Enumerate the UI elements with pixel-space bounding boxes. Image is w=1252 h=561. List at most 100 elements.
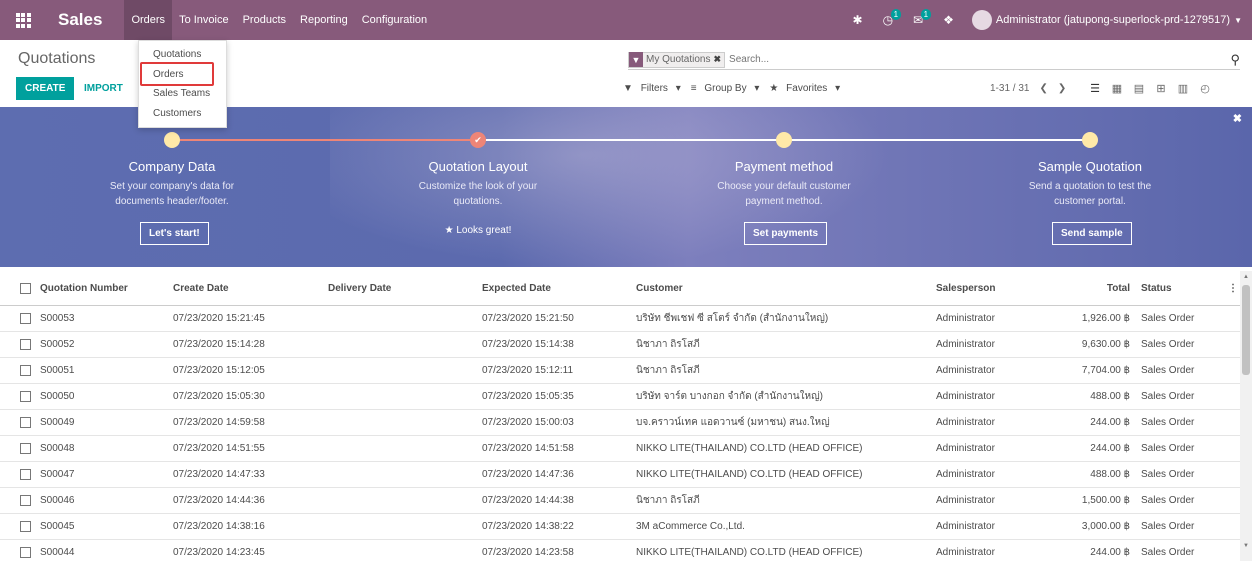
table-row[interactable]: S00047 07/23/2020 14:47:33 07/23/2020 14:4… [0,462,1240,488]
cell-salesperson: Administrator [936,521,995,532]
pager-value[interactable]: 1-31 / 31 [990,83,1029,94]
chat-icon[interactable]: ✉ 1 [903,0,933,40]
cell-create-date: 07/23/2020 15:05:30 [173,391,265,402]
header-delivery-date[interactable]: Delivery Date [328,271,391,305]
cell-expected-date: 07/23/2020 15:00:03 [482,417,574,428]
row-checkbox[interactable] [20,547,31,558]
gift-icon[interactable]: ❖ [933,0,964,40]
table-row[interactable]: S00044 07/23/2020 14:23:45 07/23/2020 14:2… [0,540,1240,561]
highlight-box [140,62,214,86]
table-row[interactable]: S00048 07/23/2020 14:51:55 07/23/2020 14:5… [0,436,1240,462]
step-sample-quotation: Sample Quotation Send a quotation to tes… [990,159,1190,209]
onboarding-banner: ✖ ✔ Company Data Set your company's data… [0,107,1252,267]
select-all-checkbox[interactable] [20,282,31,294]
cell-expected-date: 07/23/2020 14:23:58 [482,547,574,558]
column-options-icon[interactable]: ⋮ [1228,271,1238,305]
bug-icon[interactable]: ✱ [843,0,873,40]
header-total[interactable]: Total [1040,271,1130,305]
header-customer[interactable]: Customer [636,271,683,305]
row-checkbox[interactable] [20,443,31,454]
table-row[interactable]: S00052 07/23/2020 15:14:28 07/23/2020 15:1… [0,332,1240,358]
row-checkbox[interactable] [20,417,31,428]
cell-quotation-number: S00048 [40,443,75,454]
cell-expected-date: 07/23/2020 15:05:35 [482,391,574,402]
row-checkbox[interactable] [20,391,31,402]
search-input[interactable] [729,54,1231,65]
cell-salesperson: Administrator [936,339,995,350]
step-title: Sample Quotation [1037,159,1143,174]
search-bar: ▼ My Quotations ✖ ⚲ [628,50,1240,70]
pager-previous-icon[interactable]: ❮ [1039,83,1047,94]
menu-products[interactable]: Products [236,0,293,40]
apps-menu-icon[interactable] [0,0,46,40]
menu-orders[interactable]: Orders [124,0,173,40]
row-checkbox[interactable] [20,495,31,506]
groupby-dropdown[interactable]: ≡ Group By ▾ [691,83,760,94]
cell-create-date: 07/23/2020 15:14:28 [173,339,265,350]
cell-customer: บริษัท ชีพเชฟ ซี สโตร์ จำกัด (สำนักงานให… [636,313,829,324]
cell-status: Sales Order [1141,339,1195,350]
step-company-data: Company Data Set your company's data for… [72,159,272,209]
lets-start-button[interactable]: Let's start! [140,222,209,245]
app-title[interactable]: Sales [46,10,124,30]
row-checkbox[interactable] [20,313,31,324]
row-checkbox[interactable] [20,521,31,532]
menu-configuration[interactable]: Configuration [355,0,434,40]
breadcrumb: Quotations [18,50,96,67]
row-checkbox[interactable] [20,339,31,350]
close-icon[interactable]: ✖ [1233,112,1242,125]
favorites-dropdown[interactable]: ★ Favorites ▾ [769,83,840,94]
table-row[interactable]: S00046 07/23/2020 14:44:36 07/23/2020 14:4… [0,488,1240,514]
table-header: Quotation Number Create Date Delivery Da… [0,271,1240,306]
menu-reporting[interactable]: Reporting [293,0,355,40]
table-row[interactable]: S00050 07/23/2020 15:05:30 07/23/2020 15:0… [0,384,1240,410]
menu-to-invoice[interactable]: To Invoice [172,0,236,40]
cell-create-date: 07/23/2020 14:38:16 [173,521,265,532]
filters-dropdown[interactable]: ▼ Filters ▾ [623,83,681,94]
avatar[interactable] [971,10,992,30]
scroll-up-icon[interactable]: ▲ [1243,274,1249,280]
cell-expected-date: 07/23/2020 14:47:36 [482,469,574,480]
dropdown-item-customers[interactable]: Customers [139,104,226,124]
scrollbar[interactable]: ▲ ▼ [1240,271,1252,561]
cell-status: Sales Order [1141,313,1195,324]
table-row[interactable]: S00051 07/23/2020 15:12:05 07/23/2020 15:1… [0,358,1240,384]
activity-clock-icon[interactable]: ◷ 1 [873,0,903,40]
header-quotation-number[interactable]: Quotation Number [40,271,128,305]
search-facet[interactable]: ▼ My Quotations ✖ [628,51,726,68]
header-expected-date[interactable]: Expected Date [482,271,551,305]
user-menu[interactable]: Administrator (jatupong-superlock-prd-12… [996,14,1234,26]
graph-view-icon[interactable]: ▥ [1175,80,1191,96]
remove-facet-icon[interactable]: ✖ [713,54,724,65]
scroll-down-icon[interactable]: ▼ [1243,543,1249,549]
kanban-view-icon[interactable]: ▦ [1109,80,1125,96]
header-status[interactable]: Status [1141,271,1172,305]
row-checkbox[interactable] [20,365,31,376]
search-icon[interactable]: ⚲ [1230,52,1240,68]
set-payments-button[interactable]: Set payments [744,222,828,245]
create-button[interactable]: CREATE [16,77,75,100]
list-view-icon[interactable]: ☰ [1087,80,1103,96]
dropdown-item-sales-teams[interactable]: Sales Teams [139,84,226,104]
step-check-icon: ✔ [470,132,486,148]
caret-down-icon[interactable]: ▼ [1234,16,1252,25]
scroll-thumb[interactable] [1242,285,1250,375]
table-row[interactable]: S00053 07/23/2020 15:21:45 07/23/2020 15:2… [0,306,1240,332]
cell-quotation-number: S00053 [40,313,75,324]
header-salesperson[interactable]: Salesperson [936,271,995,305]
cell-customer: NIKKO LITE(THAILAND) CO.LTD (HEAD OFFICE… [636,547,863,558]
pivot-view-icon[interactable]: ⊞ [1153,80,1169,96]
import-button[interactable]: IMPORT [76,77,131,100]
pager-next-icon[interactable]: ❯ [1058,83,1066,94]
activity-view-icon[interactable]: ◴ [1197,80,1213,96]
cell-salesperson: Administrator [936,417,995,428]
step-quotation-layout: Quotation Layout Customize the look of y… [378,159,578,209]
table-row[interactable]: S00049 07/23/2020 14:59:58 07/23/2020 15:0… [0,410,1240,436]
row-checkbox[interactable] [20,469,31,480]
send-sample-button[interactable]: Send sample [1052,222,1132,245]
header-create-date[interactable]: Create Date [173,271,229,305]
cell-customer: NIKKO LITE(THAILAND) CO.LTD (HEAD OFFICE… [636,443,863,454]
cell-customer: นิชาภา ถิรโสภี [636,495,700,506]
table-row[interactable]: S00045 07/23/2020 14:38:16 07/23/2020 14:3… [0,514,1240,540]
calendar-view-icon[interactable]: ▤ [1131,80,1147,96]
